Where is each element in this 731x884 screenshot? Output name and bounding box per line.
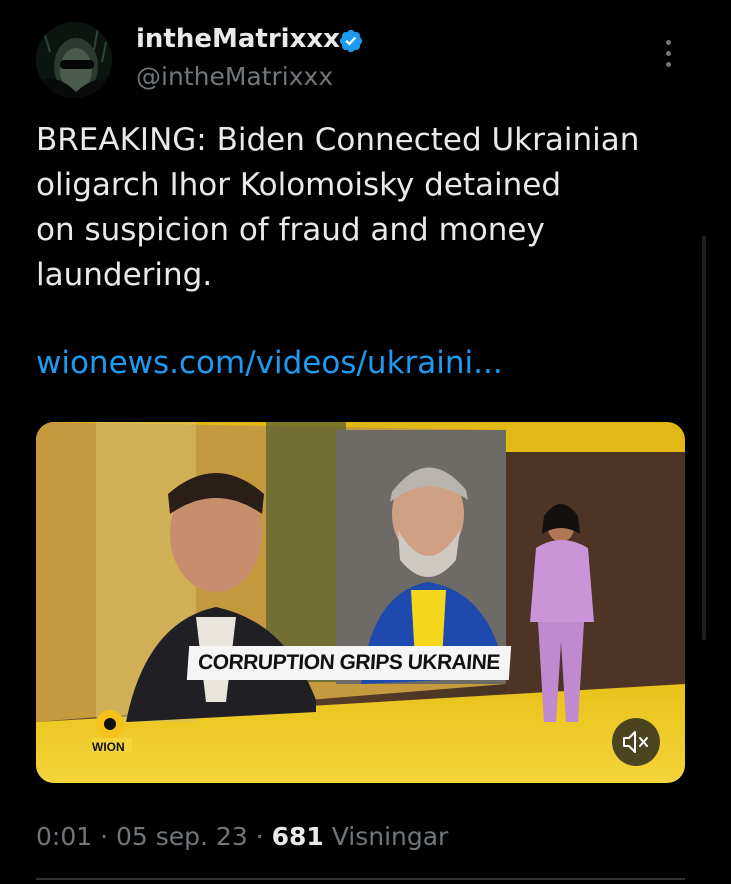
more-vertical-icon-dot bbox=[666, 62, 671, 67]
views-count: 681 bbox=[271, 822, 324, 851]
divider bbox=[36, 878, 685, 880]
verified-badge-icon bbox=[339, 29, 363, 53]
avatar[interactable] bbox=[36, 22, 112, 98]
video-player[interactable] bbox=[36, 422, 685, 783]
channel-logo-text: WION bbox=[92, 740, 125, 754]
tweet-time[interactable]: 0:01 bbox=[36, 822, 92, 851]
mute-button[interactable] bbox=[612, 718, 660, 766]
meta-separator: · bbox=[92, 822, 116, 851]
avatar-image bbox=[36, 22, 112, 98]
views-label: Visningar bbox=[323, 822, 449, 851]
tweet-card: intheMatrixxx @intheMatrixxx BREAKING: B… bbox=[0, 0, 731, 884]
tweet-meta: 0:01 · 05 sep. 23 · 681 Visningar bbox=[36, 822, 448, 851]
tweet-text-line: on suspicion of fraud and money bbox=[36, 212, 545, 248]
author-handle[interactable]: @intheMatrixxx bbox=[136, 62, 333, 91]
news-banner: CORRUPTION GRIPS UKRAINE bbox=[186, 646, 512, 680]
tweet-text: BREAKING: Biden Connected Ukrainian olig… bbox=[36, 118, 686, 298]
scrollbar[interactable] bbox=[702, 236, 706, 640]
more-vertical-icon-dot bbox=[666, 51, 671, 56]
more-options-button[interactable] bbox=[656, 36, 682, 72]
meta-separator: · bbox=[247, 822, 272, 851]
tweet-date[interactable]: 05 sep. 23 bbox=[116, 822, 248, 851]
tweet-text-line: BREAKING: Biden Connected Ukrainian bbox=[36, 122, 640, 158]
video-frame bbox=[36, 422, 685, 783]
volume-muted-icon bbox=[623, 731, 648, 753]
more-vertical-icon bbox=[666, 40, 671, 45]
tweet-text-line: oligarch Ihor Kolomoisky detained bbox=[36, 167, 562, 203]
tweet-link[interactable]: wionews.com/videos/ukraini... bbox=[36, 341, 503, 386]
author-display-name[interactable]: intheMatrixxx bbox=[136, 24, 340, 54]
tweet-text-line: laundering. bbox=[36, 257, 213, 293]
